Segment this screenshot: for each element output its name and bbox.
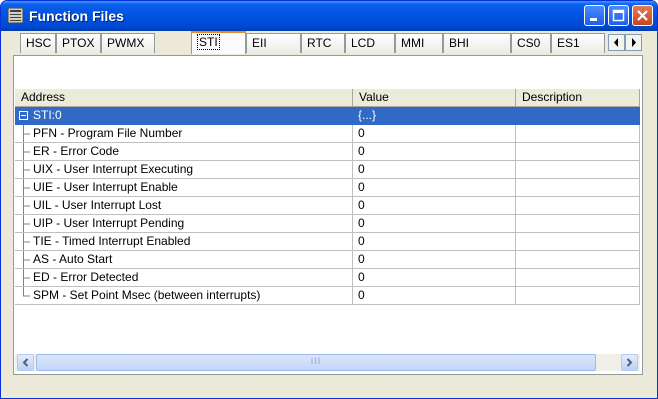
- scroll-left-button[interactable]: [17, 354, 34, 371]
- description-cell[interactable]: [516, 125, 640, 143]
- scroll-left-icon: [22, 358, 29, 367]
- address-cell: UIL - User Interrupt Lost: [15, 197, 353, 215]
- arrow-left-icon: [614, 38, 618, 47]
- table-row[interactable]: UIP - User Interrupt Pending 0: [15, 215, 640, 233]
- tree-toggle[interactable]: [19, 107, 31, 124]
- collapse-icon: [19, 111, 28, 120]
- arrow-right-icon: [632, 38, 636, 47]
- description-cell[interactable]: [516, 179, 640, 197]
- tab-cs0[interactable]: CS0: [511, 33, 551, 53]
- tab-hsc[interactable]: HSC: [20, 33, 56, 53]
- table-row[interactable]: AS - Auto Start 0: [15, 251, 640, 269]
- scrollbar-thumb[interactable]: III: [36, 354, 596, 371]
- tree-connector-icon: [23, 161, 30, 178]
- scroll-right-icon: [626, 358, 633, 367]
- description-cell[interactable]: [516, 161, 640, 179]
- column-header-address[interactable]: Address: [15, 89, 353, 107]
- tab-lcd[interactable]: LCD: [345, 33, 395, 53]
- description-cell[interactable]: [516, 233, 640, 251]
- table-row[interactable]: SPM - Set Point Msec (between interrupts…: [15, 287, 640, 305]
- tab-sti[interactable]: STI: [191, 31, 246, 54]
- address-cell: UIP - User Interrupt Pending: [15, 215, 353, 233]
- column-header-description[interactable]: Description: [516, 89, 640, 107]
- tree-connector-icon: [23, 143, 30, 160]
- table-row-sti0[interactable]: STI:0 {...}: [15, 107, 640, 125]
- window-title: Function Files: [29, 8, 124, 24]
- column-header-value[interactable]: Value: [353, 89, 516, 107]
- address-cell: ED - Error Detected: [15, 269, 353, 287]
- minimize-icon: [590, 18, 597, 21]
- thumb-grip: III: [310, 356, 322, 366]
- value-cell[interactable]: 0: [353, 269, 516, 287]
- tree-connector-icon: [23, 215, 30, 232]
- title-bar[interactable]: Function Files: [1, 1, 657, 31]
- scroll-right-button[interactable]: [621, 354, 638, 371]
- function-files-icon: [8, 8, 23, 23]
- tree-connector-icon: [23, 233, 30, 250]
- address-cell: PFN - Program File Number: [15, 125, 353, 143]
- address-cell: STI:0: [15, 107, 353, 125]
- close-button[interactable]: [632, 5, 653, 26]
- description-cell[interactable]: [516, 107, 640, 125]
- description-cell[interactable]: [516, 143, 640, 161]
- tree-connector-icon: [23, 179, 30, 196]
- tab-ptox[interactable]: PTOX: [56, 33, 101, 53]
- value-cell[interactable]: 0: [353, 125, 516, 143]
- table-row[interactable]: UIL - User Interrupt Lost 0: [15, 197, 640, 215]
- address-cell: AS - Auto Start: [15, 251, 353, 269]
- tree-connector-icon: [23, 269, 30, 286]
- tab-rtc[interactable]: RTC: [301, 33, 345, 53]
- tab-bhi[interactable]: BHI: [443, 33, 511, 53]
- address-cell: TIE - Timed Interrupt Enabled: [15, 233, 353, 251]
- value-cell[interactable]: 0: [353, 179, 516, 197]
- tab-mmi[interactable]: MMI: [395, 33, 443, 53]
- table-row[interactable]: ED - Error Detected 0: [15, 269, 640, 287]
- address-cell: SPM - Set Point Msec (between interrupts…: [15, 287, 353, 305]
- table-row[interactable]: UIE - User Interrupt Enable 0: [15, 179, 640, 197]
- value-cell[interactable]: 0: [353, 287, 516, 305]
- value-cell[interactable]: 0: [353, 233, 516, 251]
- address-cell: ER - Error Code: [15, 143, 353, 161]
- table-row[interactable]: UIX - User Interrupt Executing 0: [15, 161, 640, 179]
- tree-connector-icon: [23, 197, 30, 214]
- description-cell[interactable]: [516, 215, 640, 233]
- table-row[interactable]: ER - Error Code 0: [15, 143, 640, 161]
- tab-scroll-right-button[interactable]: [625, 34, 642, 51]
- table-row[interactable]: PFN - Program File Number 0: [15, 125, 640, 143]
- maximize-button[interactable]: [608, 5, 629, 26]
- maximize-icon: [612, 9, 625, 22]
- description-cell[interactable]: [516, 269, 640, 287]
- tab-eii[interactable]: EII: [246, 33, 301, 53]
- value-cell[interactable]: 0: [353, 251, 516, 269]
- tab-strip: HSC PTOX PWMX STI EII RTC LCD MMI BHI CS…: [7, 31, 645, 54]
- function-files-window: Function Files HSC PTOX PWMX STI EII RTC…: [0, 0, 658, 399]
- description-cell[interactable]: [516, 251, 640, 269]
- value-cell[interactable]: 0: [353, 143, 516, 161]
- tab-es1[interactable]: ES1: [551, 33, 605, 53]
- horizontal-scrollbar[interactable]: III: [15, 354, 640, 371]
- description-cell[interactable]: [516, 287, 640, 305]
- tree-connector-icon: [23, 251, 30, 268]
- value-cell[interactable]: 0: [353, 197, 516, 215]
- value-cell[interactable]: {...}: [353, 107, 516, 125]
- tree-connector-icon: [23, 125, 30, 142]
- table-row[interactable]: TIE - Timed Interrupt Enabled 0: [15, 233, 640, 251]
- tree-connector-end-icon: [23, 287, 30, 297]
- address-cell: UIX - User Interrupt Executing: [15, 161, 353, 179]
- tab-pwmx[interactable]: PWMX: [101, 33, 155, 53]
- tab-scroll-left-button[interactable]: [608, 34, 625, 51]
- description-cell[interactable]: [516, 197, 640, 215]
- value-cell[interactable]: 0: [353, 161, 516, 179]
- address-cell: UIE - User Interrupt Enable: [15, 179, 353, 197]
- value-cell[interactable]: 0: [353, 215, 516, 233]
- close-icon: [637, 10, 648, 21]
- minimize-button[interactable]: [584, 5, 605, 26]
